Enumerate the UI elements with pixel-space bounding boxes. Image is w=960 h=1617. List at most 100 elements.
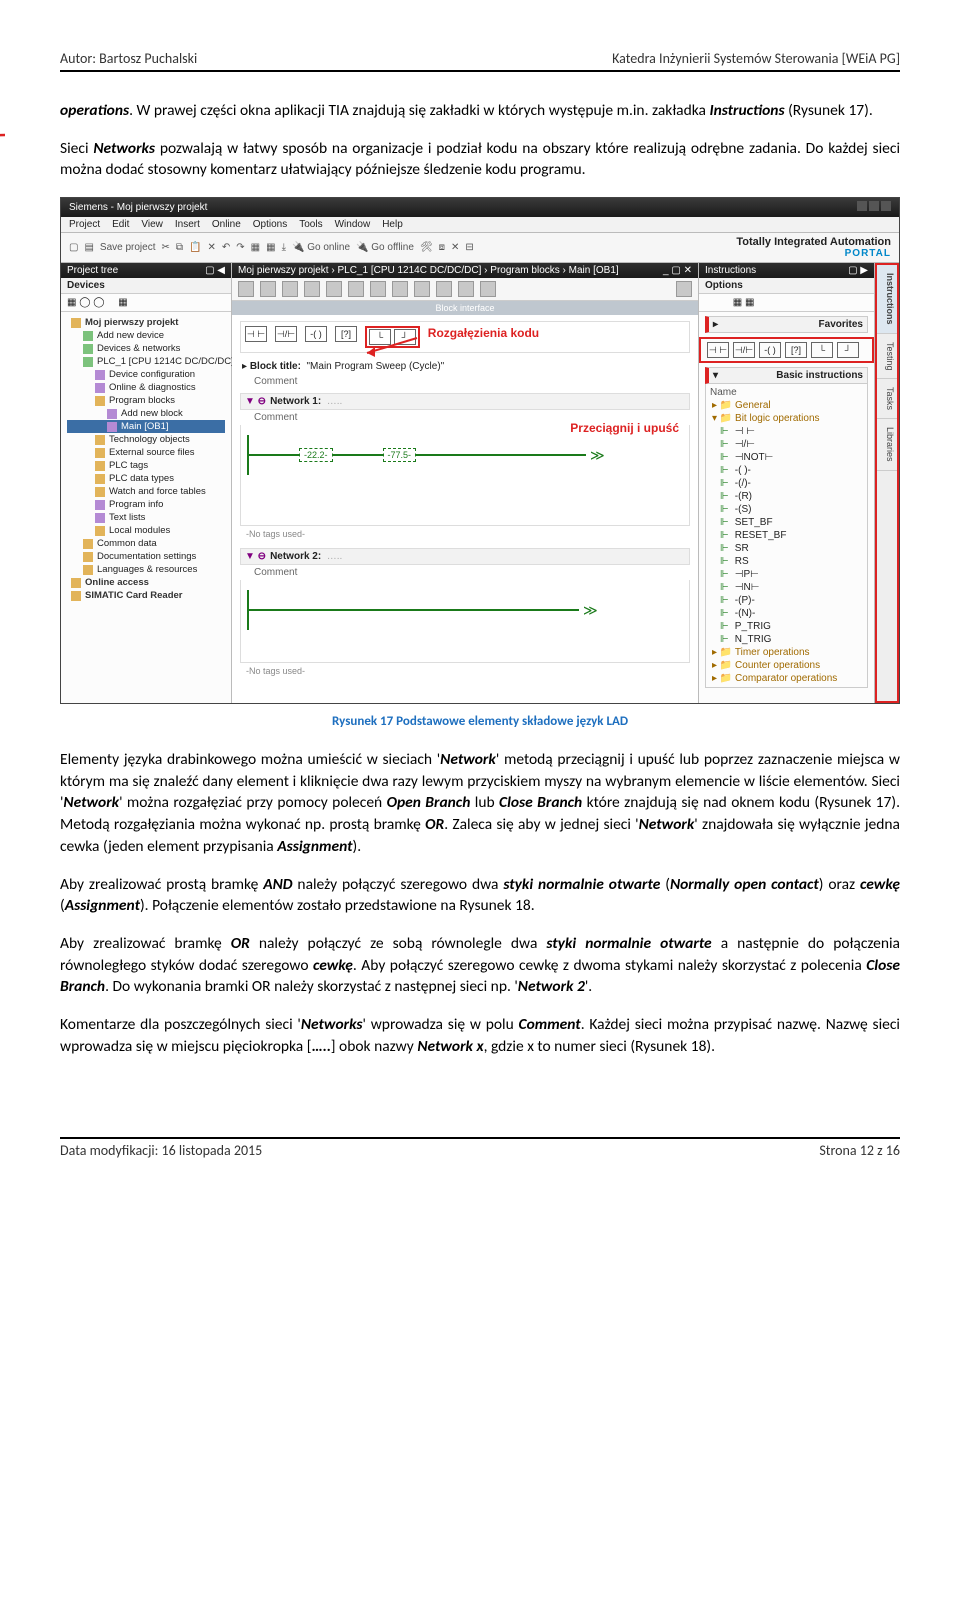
tree-item[interactable]: Main [OB1] xyxy=(67,420,225,433)
editor-toolbar[interactable] xyxy=(232,278,698,301)
toolbar-btn[interactable]: Save project xyxy=(100,242,156,253)
instruction-item[interactable]: ⊩ -(P)- xyxy=(710,594,863,607)
menu-options[interactable]: Options xyxy=(253,219,287,230)
instruction-item[interactable]: ⊩ -(R) xyxy=(710,490,863,503)
instruction-item[interactable]: ⊩ SET_BF xyxy=(710,516,863,529)
window-buttons[interactable] xyxy=(855,201,891,214)
para-3: Elementy języka drabinkowego można umieś… xyxy=(60,749,900,857)
menu-tools[interactable]: Tools xyxy=(299,219,322,230)
network-2: ▼ ⊖Network 2: ….. Comment ≫ -No tags use… xyxy=(240,548,690,679)
block-title-value[interactable]: "Main Program Sweep (Cycle)" xyxy=(307,361,445,372)
sidetab-testing[interactable]: Testing xyxy=(877,334,897,380)
tree-item[interactable]: Technology objects xyxy=(67,433,225,446)
block-comment[interactable]: Comment xyxy=(240,376,690,387)
toolbar-btn[interactable]: ▦ xyxy=(251,242,260,253)
menu-edit[interactable]: Edit xyxy=(112,219,129,230)
toolbar-btn[interactable]: ⤓ xyxy=(282,242,286,253)
tree-item[interactable]: Device configuration xyxy=(67,368,225,381)
tree-item[interactable]: Devices & networks xyxy=(67,342,225,355)
tree-item[interactable]: Watch and force tables xyxy=(67,485,225,498)
tree-item[interactable]: PLC tags xyxy=(67,459,225,472)
instruction-item[interactable]: ⊩ ⊣/⊢ xyxy=(710,438,863,451)
instruction-item[interactable]: ⊩ N_TRIG xyxy=(710,633,863,646)
instructions-title: Instructions xyxy=(705,265,756,276)
tree-item[interactable]: SIMATIC Card Reader xyxy=(67,589,225,602)
toolbar-btn[interactable]: 🔌 Go offline xyxy=(356,242,414,253)
tia-toolbar[interactable]: ▢ ▤ Save project ✂ ⧉ 📋 ✕ ↶ ↷ ▦ ▦ ⤓ 🔌 Go online 🔌 Go o… xyxy=(61,233,899,263)
toolbar-btn[interactable]: 📋 xyxy=(189,242,201,253)
menu-help[interactable]: Help xyxy=(382,219,403,230)
menu-view[interactable]: View xyxy=(141,219,163,230)
lad-val-2[interactable]: -77.5- xyxy=(383,448,417,462)
header-author: Autor: Bartosz Puchalski xyxy=(60,50,197,67)
instruction-item[interactable]: ⊩ RS xyxy=(710,555,863,568)
basic-label: Basic instructions xyxy=(776,370,863,381)
menu-insert[interactable]: Insert xyxy=(175,219,200,230)
tree-item[interactable]: PLC data types xyxy=(67,472,225,485)
instruction-item[interactable]: ⊩ RESET_BF xyxy=(710,529,863,542)
group-compar[interactable]: ▸ 📁 Comparator operations xyxy=(710,672,863,685)
toolbar-btn[interactable]: ⧈ xyxy=(439,242,445,253)
tree-item[interactable]: Program info xyxy=(67,498,225,511)
instruction-item[interactable]: ⊩ -( )- xyxy=(710,464,863,477)
group-bitlogic[interactable]: ▾ 📁 Bit logic operations xyxy=(710,412,863,425)
block-interface[interactable]: Block interface xyxy=(232,301,698,315)
toolbar-btn[interactable]: ✕ xyxy=(207,242,215,253)
instruction-item[interactable]: ⊩ SR xyxy=(710,542,863,555)
instruction-item[interactable]: ⊩ -(S) xyxy=(710,503,863,516)
project-tree[interactable]: Moj pierwszy projektAdd new deviceDevice… xyxy=(61,312,231,606)
menu-online[interactable]: Online xyxy=(212,219,241,230)
toolbar-btn[interactable]: ✂ xyxy=(162,242,170,253)
tree-item[interactable]: Add new device xyxy=(67,329,225,342)
txt: Instructions xyxy=(709,101,784,120)
instruction-item[interactable]: ⊩ ⊣P⊢ xyxy=(710,568,863,581)
toolbar-btn[interactable]: ⊟ xyxy=(465,242,473,253)
tree-item[interactable]: Add new block xyxy=(67,407,225,420)
annotation-branch: Rozgałęzienia kodu xyxy=(428,326,539,348)
tree-item[interactable]: Common data xyxy=(67,537,225,550)
tree-item[interactable]: External source files xyxy=(67,446,225,459)
favorites-toolbar[interactable]: ⊣ ⊢⊣/⊢-( )[?]└┘ xyxy=(699,337,874,363)
tree-item[interactable]: Online access xyxy=(67,576,225,589)
instruction-item[interactable]: ⊩ -(/)- xyxy=(710,477,863,490)
instruction-item[interactable]: ⊩ -(N)- xyxy=(710,607,863,620)
txt: . W prawej części okna aplikacji TIA zna… xyxy=(129,101,709,120)
lad-val-1[interactable]: -22.2- xyxy=(299,448,333,462)
tree-item[interactable]: Documentation settings xyxy=(67,550,225,563)
sidetab-libraries[interactable]: Libraries xyxy=(877,419,897,471)
basic-instructions-section[interactable]: ▾ Basic instructions xyxy=(705,367,868,384)
menu-project[interactable]: Project xyxy=(69,219,100,230)
net2-comment[interactable]: Comment xyxy=(240,565,690,580)
lad-symbol-palette[interactable]: ⊣ ⊢⊣/⊢-( )[?] └ ┘ Rozgałęzienia kodu xyxy=(240,321,690,353)
tree-item[interactable]: Program blocks xyxy=(67,394,225,407)
tree-item[interactable]: Text lists xyxy=(67,511,225,524)
instruction-item[interactable]: ⊩ ⊣NOT⊢ xyxy=(710,451,863,464)
tree-item[interactable]: Local modules xyxy=(67,524,225,537)
menu-window[interactable]: Window xyxy=(335,219,371,230)
instruction-item[interactable]: ⊩ ⊣ ⊢ xyxy=(710,425,863,438)
tia-menubar[interactable]: Project Edit View Insert Online Options Tools W… xyxy=(61,217,899,233)
toolbar-btn[interactable]: ▦ xyxy=(266,242,275,253)
tree-item[interactable]: Moj pierwszy projekt xyxy=(67,316,225,329)
group-general[interactable]: ▸ 📁 General xyxy=(710,399,863,412)
favorites-section[interactable]: ▸ Favorites xyxy=(705,316,868,333)
tree-item[interactable]: Languages & resources xyxy=(67,563,225,576)
sidetab-instructions[interactable]: Instructions xyxy=(877,265,897,334)
tree-item[interactable]: Online & diagnostics xyxy=(67,381,225,394)
instruction-item[interactable]: ⊩ P_TRIG xyxy=(710,620,863,633)
toolbar-btn[interactable]: ↷ xyxy=(236,242,244,253)
toolbar-btn[interactable]: ▤ xyxy=(84,242,93,253)
sidetab-tasks[interactable]: Tasks xyxy=(877,379,897,419)
toolbar-btn[interactable]: ↶ xyxy=(222,242,230,253)
toolbar-btn[interactable]: ▢ xyxy=(69,242,78,253)
favorites-label: Favorites xyxy=(819,319,863,330)
toolbar-btn[interactable]: 🛠 xyxy=(420,242,433,253)
group-timer[interactable]: ▸ 📁 Timer operations xyxy=(710,646,863,659)
instruction-item[interactable]: ⊩ ⊣N⊢ xyxy=(710,581,863,594)
toolbar-btn[interactable]: ✕ xyxy=(451,242,459,253)
toolbar-btn[interactable]: 🔌 Go online xyxy=(292,242,350,253)
right-side-tabs[interactable]: InstructionsTestingTasksLibraries xyxy=(875,263,899,703)
tree-item[interactable]: PLC_1 [CPU 1214C DC/DC/DC] xyxy=(67,355,225,368)
toolbar-btn[interactable]: ⧉ xyxy=(176,242,183,253)
group-counter[interactable]: ▸ 📁 Counter operations xyxy=(710,659,863,672)
